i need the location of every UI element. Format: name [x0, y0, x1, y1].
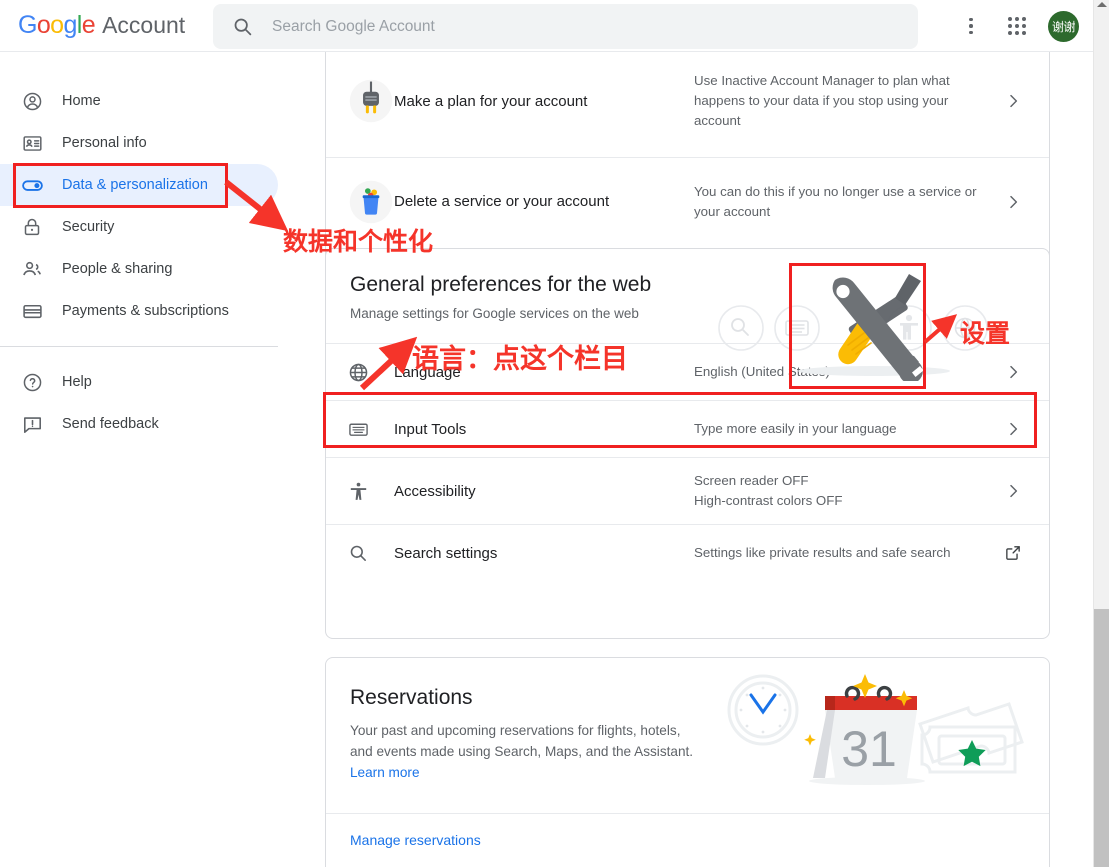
sidebar-item-label: Help — [62, 374, 92, 390]
sidebar-divider — [0, 346, 278, 347]
row-delete-service[interactable]: Delete a service or your account You can… — [326, 157, 1049, 245]
sidebar-item-home[interactable]: Home — [0, 80, 278, 122]
row-make-a-plan[interactable]: Make a plan for your account Use Inactiv… — [326, 52, 1049, 157]
google-wordmark: Google — [18, 11, 95, 40]
help-circle-icon — [20, 370, 44, 394]
keyboard-icon — [348, 419, 394, 440]
row-search-settings[interactable]: Search settings Settings like private re… — [326, 524, 1049, 581]
chevron-right-icon[interactable] — [999, 483, 1027, 499]
row-title: Input Tools — [394, 421, 694, 438]
open-in-new-icon[interactable] — [999, 544, 1027, 562]
row-value: Settings like private results and safe s… — [694, 543, 999, 563]
header-actions: 谢谢 — [951, 0, 1085, 52]
id-card-icon — [20, 131, 44, 155]
sidebar-item-data-personalization[interactable]: Data & personalization — [0, 164, 278, 206]
toggle-switch-icon — [20, 173, 44, 197]
credit-card-icon — [20, 299, 44, 323]
people-icon — [20, 257, 44, 281]
apps-grid-icon[interactable] — [997, 6, 1037, 46]
row-value: Type more easily in your language — [694, 419, 999, 439]
reservations-card: Reservations Your past and upcoming rese… — [325, 657, 1050, 867]
sidebar-item-help[interactable]: Help — [0, 361, 278, 403]
calendar-day-number: 31 — [841, 721, 897, 777]
sidebar-item-personal-info[interactable]: Personal info — [0, 122, 278, 164]
row-accessibility[interactable]: Accessibility Screen reader OFF High-con… — [326, 457, 1049, 524]
learn-more-link[interactable]: Learn more — [350, 765, 420, 780]
sidebar-item-security[interactable]: Security — [0, 206, 278, 248]
search-bar[interactable] — [213, 4, 918, 49]
power-plug-icon — [348, 75, 394, 127]
reservations-body: Reservations Your past and upcoming rese… — [326, 658, 1049, 813]
reservations-description-text: Your past and upcoming reservations for … — [350, 723, 693, 759]
lock-icon — [20, 215, 44, 239]
chevron-right-icon[interactable] — [999, 364, 1027, 380]
page-subtitle: Manage settings for Google services on t… — [350, 306, 1025, 321]
row-value: Screen reader OFF — [694, 471, 983, 491]
manage-reservations-link[interactable]: Manage reservations — [350, 832, 481, 848]
main-content: Make a plan for your account Use Inactiv… — [300, 52, 1085, 867]
row-value: English (United States) — [694, 362, 999, 382]
search-icon — [348, 543, 394, 563]
globe-icon — [348, 362, 394, 383]
row-title: Delete a service or your account — [394, 193, 694, 210]
scroll-up-arrow-icon[interactable] — [1097, 2, 1107, 7]
account-word: Account — [102, 12, 185, 39]
calendar-clock-ticket-illustration: 31 — [717, 662, 1027, 795]
brand-logo[interactable]: Google Account — [18, 11, 185, 40]
trash-bin-icon — [348, 176, 394, 228]
general-preferences-header: General preferences for the web Manage s… — [326, 249, 1049, 343]
app-header: Google Account 谢谢 — [0, 0, 1093, 52]
sidebar-item-label: Data & personalization — [62, 177, 208, 193]
search-input[interactable] — [272, 18, 872, 36]
sidebar-item-payments-subscriptions[interactable]: Payments & subscriptions — [0, 290, 278, 332]
sidebar-item-label: People & sharing — [62, 261, 172, 277]
sidebar-item-label: Send feedback — [62, 416, 159, 432]
row-description: You can do this if you no longer use a s… — [694, 182, 999, 222]
sidebar-item-label: Home — [62, 93, 101, 109]
sidebar-item-send-feedback[interactable]: Send feedback — [0, 403, 278, 445]
general-preferences-card: General preferences for the web Manage s… — [325, 248, 1050, 639]
row-title: Search settings — [394, 545, 694, 562]
chevron-right-icon[interactable] — [999, 421, 1027, 437]
reservations-description: Your past and upcoming reservations for … — [350, 720, 698, 783]
vertical-scrollbar[interactable] — [1093, 0, 1109, 867]
search-icon — [231, 16, 253, 38]
row-language[interactable]: Language English (United States) — [326, 343, 1049, 400]
avatar[interactable]: 谢谢 — [1048, 11, 1079, 42]
chevron-right-icon[interactable] — [999, 93, 1027, 109]
home-account-icon — [20, 89, 44, 113]
reservations-footer: Manage reservations — [326, 813, 1049, 867]
accessibility-icon — [348, 481, 394, 502]
page-title: General preferences for the web — [350, 273, 1025, 297]
more-vert-icon[interactable] — [951, 6, 991, 46]
row-description: Use Inactive Account Manager to plan wha… — [694, 71, 999, 131]
row-title: Language — [394, 364, 694, 381]
account-actions-card: Make a plan for your account Use Inactiv… — [325, 52, 1050, 270]
scrollbar-thumb[interactable] — [1094, 609, 1109, 867]
sidebar-item-label: Payments & subscriptions — [62, 303, 229, 319]
sidebar-item-label: Personal info — [62, 135, 147, 151]
row-value-secondary: High-contrast colors OFF — [694, 491, 983, 511]
sidebar-item-people-sharing[interactable]: People & sharing — [0, 248, 278, 290]
row-title: Make a plan for your account — [394, 93, 694, 110]
row-title: Accessibility — [394, 483, 694, 500]
sidebar-item-label: Security — [62, 219, 114, 235]
row-input-tools[interactable]: Input Tools Type more easily in your lan… — [326, 400, 1049, 457]
row-value-group: Screen reader OFF High-contrast colors O… — [694, 471, 999, 511]
sidebar: Home Personal info — [0, 52, 300, 867]
chevron-right-icon[interactable] — [999, 194, 1027, 210]
feedback-icon — [20, 412, 44, 436]
